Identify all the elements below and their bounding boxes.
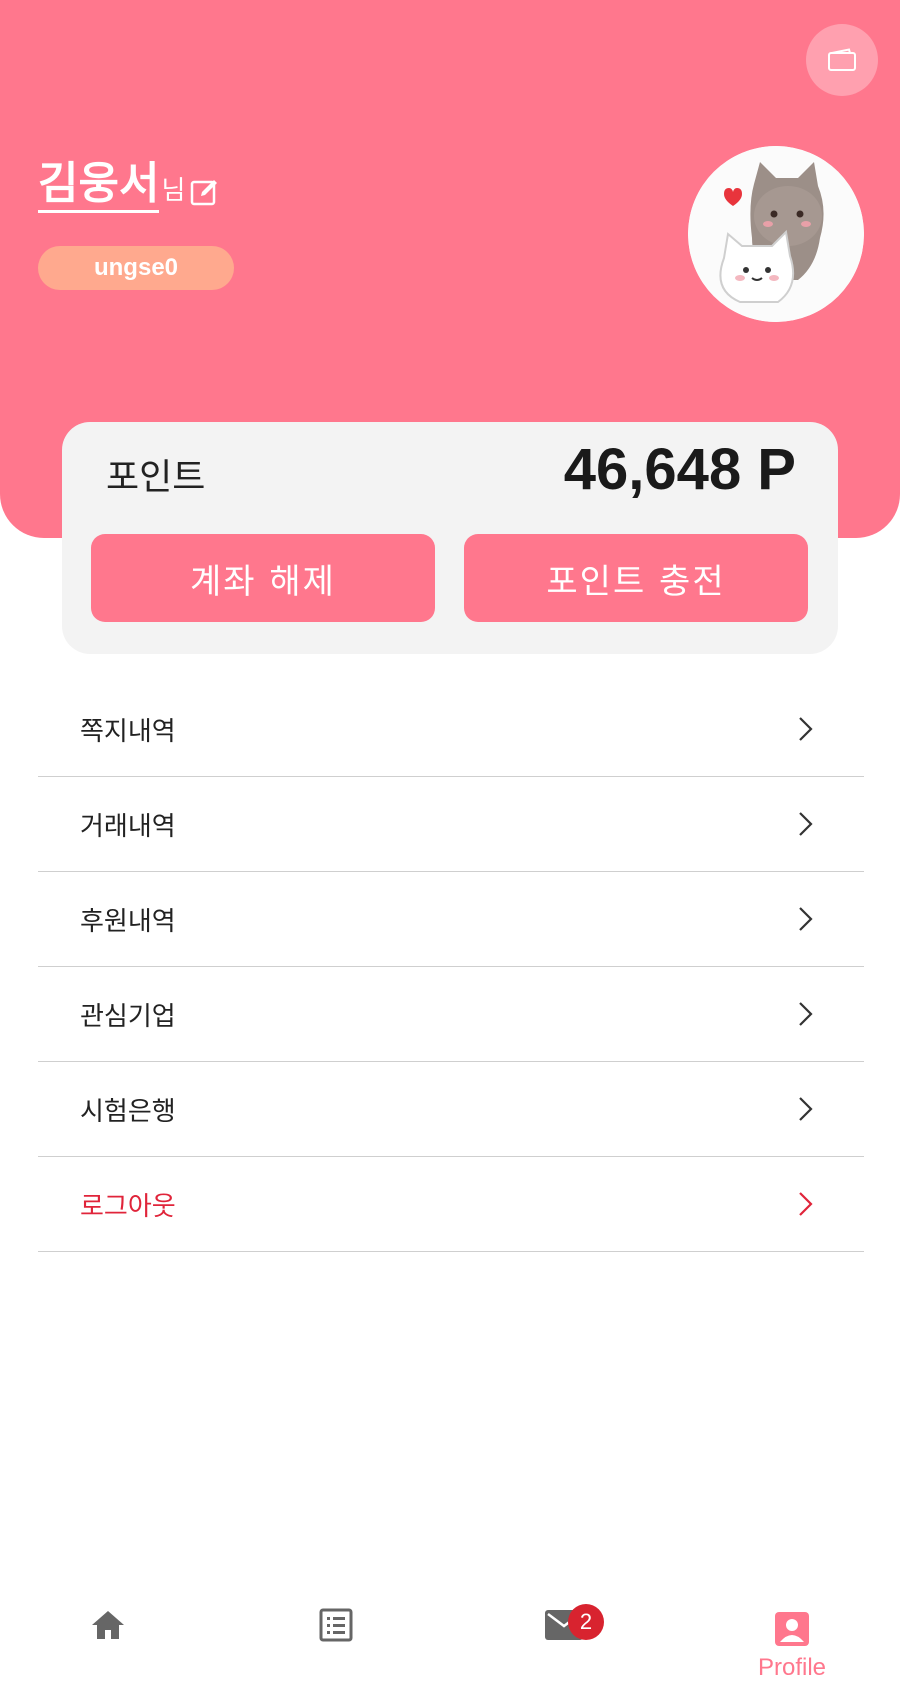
charge-points-button[interactable]: 포인트 충전 bbox=[464, 534, 808, 622]
profile-menu: 쪽지내역 거래내역 후원내역 관심기업 시험은행 로그아웃 bbox=[38, 682, 864, 1252]
menu-item-label: 후원내역 bbox=[80, 906, 176, 937]
chevron-right-icon bbox=[799, 1002, 813, 1026]
cat-avatar-image bbox=[688, 146, 864, 322]
home-icon bbox=[92, 1611, 124, 1639]
chevron-right-icon bbox=[799, 1097, 813, 1121]
chevron-right-icon bbox=[799, 812, 813, 836]
chevron-right-icon bbox=[799, 907, 813, 931]
bottom-nav: Profile bbox=[0, 1596, 900, 1690]
chevron-right-icon bbox=[799, 717, 813, 741]
user-name: 김웅서 bbox=[38, 160, 160, 213]
menu-item-messages[interactable]: 쪽지내역 bbox=[38, 682, 864, 777]
wallet-button[interactable] bbox=[806, 24, 878, 96]
menu-item-label: 쪽지내역 bbox=[80, 716, 176, 747]
user-honorific: 님 bbox=[161, 176, 186, 206]
nav-profile[interactable]: Profile bbox=[732, 1596, 852, 1690]
logout-label: 로그아웃 bbox=[80, 1191, 176, 1222]
menu-item-donations[interactable]: 후원내역 bbox=[38, 872, 864, 967]
message-count-badge: 2 bbox=[568, 1604, 604, 1640]
nav-profile-label: Profile bbox=[757, 1654, 827, 1681]
nav-home[interactable] bbox=[48, 1596, 168, 1690]
user-id-badge: ungse0 bbox=[38, 246, 234, 290]
user-name-row: 김웅서 님 bbox=[38, 160, 219, 213]
menu-item-label: 거래내역 bbox=[80, 811, 176, 842]
menu-item-label: 시험은행 bbox=[80, 1096, 176, 1127]
avatar[interactable] bbox=[688, 146, 864, 322]
nav-list[interactable] bbox=[276, 1596, 396, 1690]
menu-item-favorite-companies[interactable]: 관심기업 bbox=[38, 967, 864, 1062]
chevron-right-icon bbox=[799, 1192, 813, 1216]
menu-item-transactions[interactable]: 거래내역 bbox=[38, 777, 864, 872]
menu-item-logout[interactable]: 로그아웃 bbox=[38, 1157, 864, 1252]
profile-icon bbox=[775, 1612, 809, 1646]
point-value: 46,648 P bbox=[563, 437, 796, 502]
point-label: 포인트 bbox=[106, 457, 206, 498]
menu-item-test-bank[interactable]: 시험은행 bbox=[38, 1062, 864, 1157]
nav-messages[interactable] bbox=[504, 1596, 624, 1690]
wallet-icon bbox=[828, 48, 856, 71]
list-icon bbox=[319, 1608, 353, 1642]
edit-icon[interactable] bbox=[189, 177, 219, 207]
unlink-account-button[interactable]: 계좌 해제 bbox=[91, 534, 435, 622]
menu-item-label: 관심기업 bbox=[80, 1001, 176, 1032]
point-card: 포인트 46,648 P 계좌 해제 포인트 충전 bbox=[62, 422, 838, 654]
